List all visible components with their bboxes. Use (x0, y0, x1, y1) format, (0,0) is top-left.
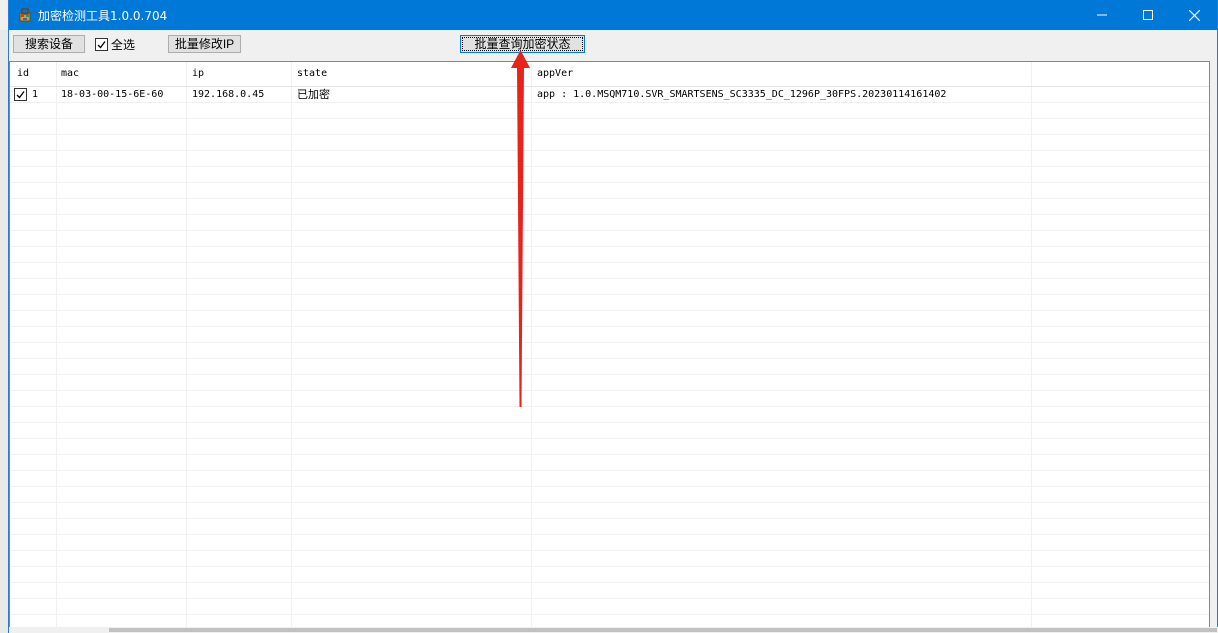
horizontal-scrollbar[interactable] (9, 627, 1218, 633)
window-title: 加密检测工具1.0.0.704 (38, 9, 168, 23)
minimize-button[interactable] (1079, 0, 1125, 30)
row-mac: 18-03-00-15-6E-60 (61, 89, 164, 100)
row-ip: 192.168.0.45 (192, 89, 265, 100)
app-window: 加密检测工具1.0.0.704 搜索设备 全选 批量修改IP 批量查询加密状态 (8, 0, 1218, 633)
checkbox-icon[interactable] (95, 37, 108, 51)
select-all-checkbox[interactable]: 全选 (95, 36, 135, 52)
row-id: 1 (32, 89, 39, 100)
column-header-appver[interactable]: appVer (537, 68, 573, 79)
minimize-icon (1097, 14, 1107, 16)
column-header-state[interactable]: state (297, 68, 327, 79)
batch-query-encryption-button[interactable]: 批量查询加密状态 (460, 35, 585, 53)
search-devices-button[interactable]: 搜索设备 (13, 35, 85, 53)
title-bar[interactable]: 加密检测工具1.0.0.704 (9, 0, 1217, 30)
column-header-id[interactable]: id (17, 68, 29, 79)
row-checkbox[interactable] (14, 88, 27, 101)
column-header-ip[interactable]: ip (192, 68, 204, 79)
column-header-mac[interactable]: mac (61, 68, 79, 79)
maximize-icon (1143, 10, 1153, 20)
scrollbar-thumb[interactable] (109, 628, 1217, 632)
app-logo-icon (19, 8, 31, 22)
row-state: 已加密 (297, 88, 330, 101)
device-table[interactable]: id mac ip state appVer 1 18-03-00-15-6E-… (9, 61, 1210, 629)
close-button[interactable] (1171, 0, 1217, 30)
close-icon (1188, 9, 1200, 21)
maximize-button[interactable] (1125, 0, 1171, 30)
row-appver: app : 1.0.MSQM710.SVR_SMARTSENS_SC3335_D… (537, 89, 947, 100)
select-all-label: 全选 (111, 37, 136, 52)
batch-modify-ip-button[interactable]: 批量修改IP (168, 35, 241, 53)
checkmark-icon (16, 91, 25, 99)
